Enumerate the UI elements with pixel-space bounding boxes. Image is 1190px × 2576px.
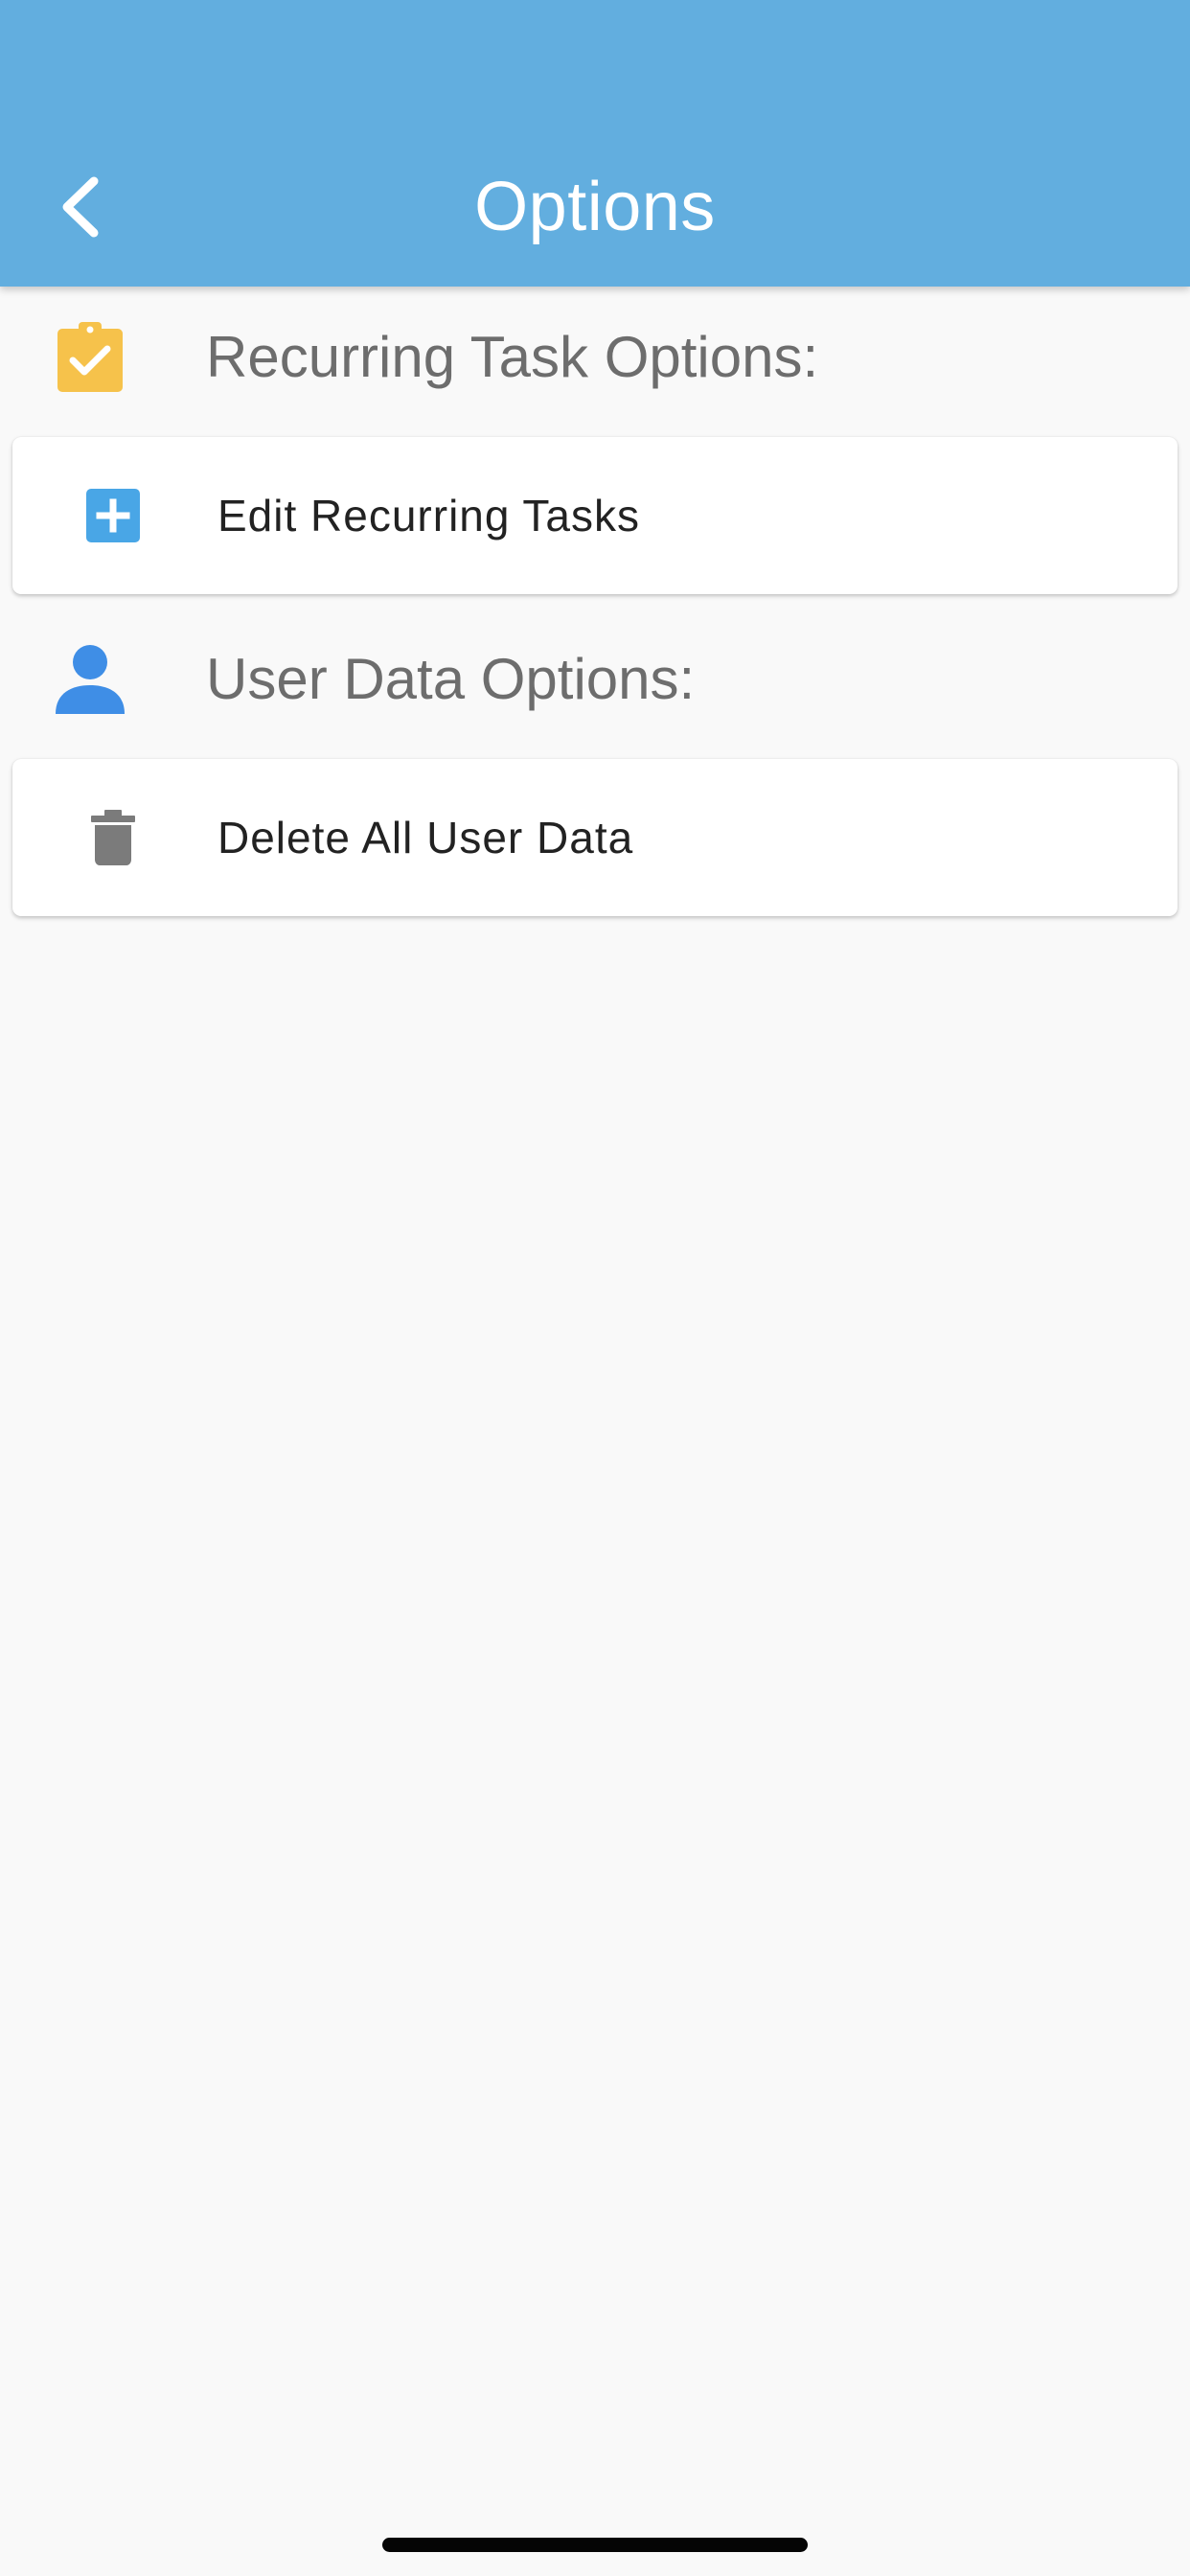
app-bar: Options [0,0,1190,287]
page-title: Options [474,169,716,245]
trash-icon [65,790,161,886]
home-indicator[interactable] [382,2538,808,2552]
card-label: Edit Recurring Tasks [217,491,640,540]
section-header-user-data: User Data Options: [0,611,1190,746]
delete-all-user-data-button[interactable]: Delete All User Data [12,759,1178,916]
section-title: User Data Options: [206,646,696,711]
section-title: Recurring Task Options: [206,324,819,389]
edit-recurring-tasks-button[interactable]: Edit Recurring Tasks [12,437,1178,594]
section-header-recurring-tasks: Recurring Task Options: [0,289,1190,424]
card-label: Delete All User Data [217,813,634,862]
plus-box-icon [65,468,161,564]
clipboard-check-icon [50,313,130,400]
person-icon [50,635,130,722]
